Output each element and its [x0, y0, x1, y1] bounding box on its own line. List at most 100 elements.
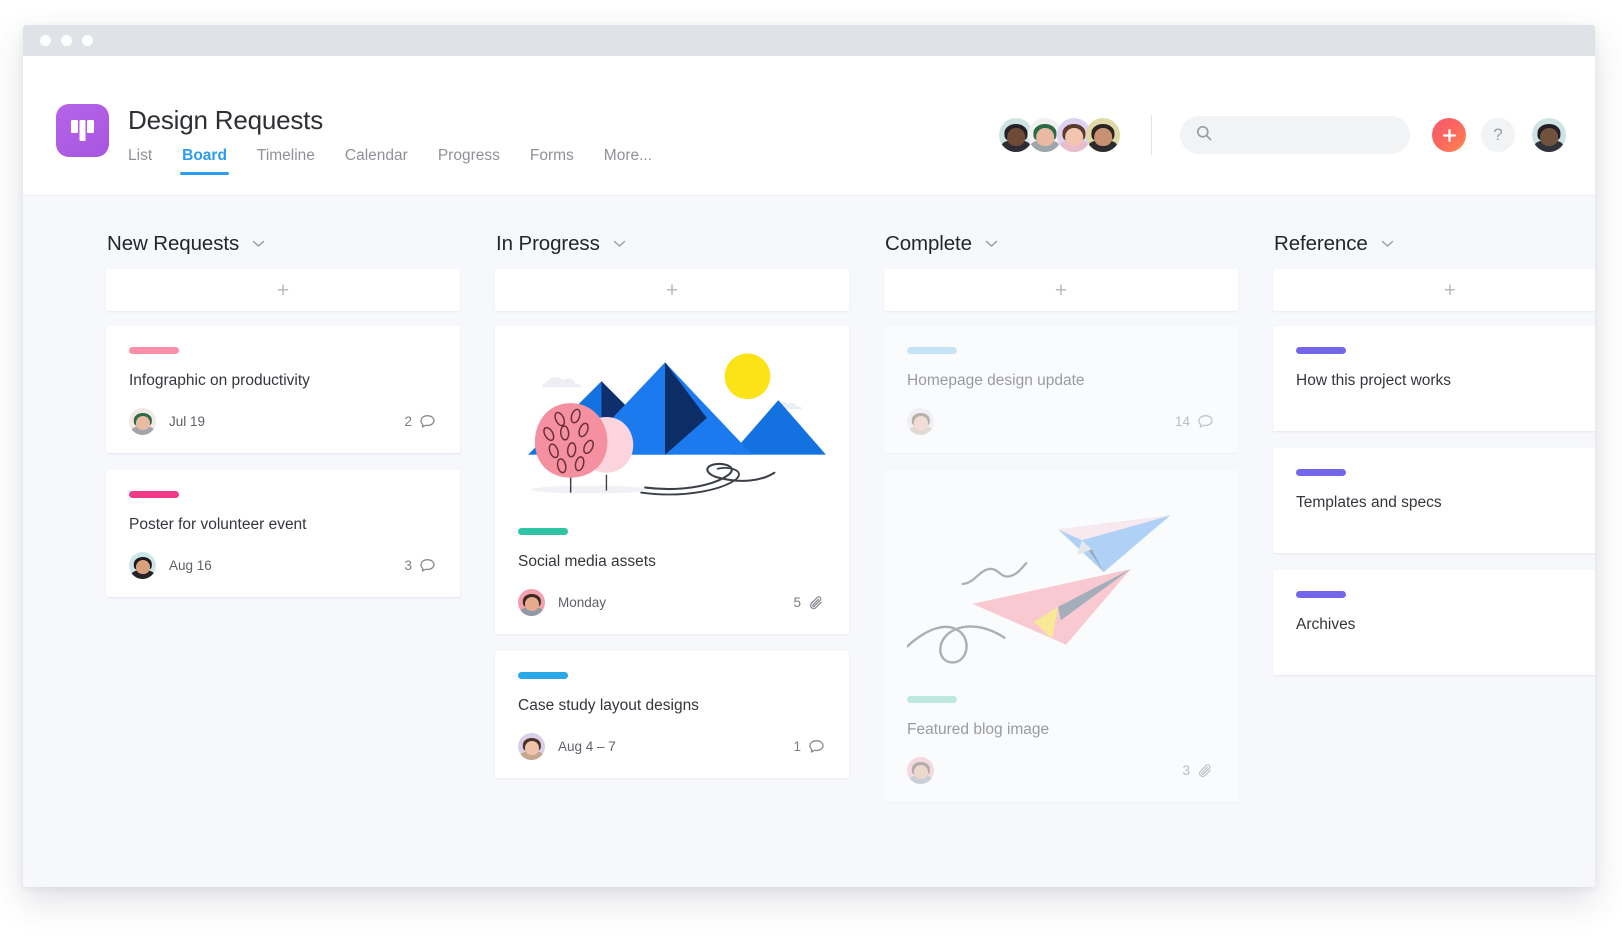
column-header[interactable]: Complete	[884, 232, 1238, 256]
card-title: Social media assets	[518, 553, 656, 570]
card-tag	[907, 696, 957, 704]
plus-icon	[1442, 128, 1456, 142]
column-title: Complete	[885, 232, 972, 255]
card-meta: Aug 16 3	[129, 552, 437, 580]
mountains-illustration	[518, 353, 826, 508]
card-comment-count: 2	[404, 413, 437, 431]
card-tag	[129, 347, 179, 354]
avatar[interactable]	[129, 408, 156, 436]
board-card[interactable]: Archives	[1273, 570, 1595, 675]
paper-planes-illustration	[907, 515, 1171, 664]
close-button[interactable]	[40, 35, 51, 46]
view-tabs: List Board Timeline Calendar Progress Fo…	[128, 147, 652, 175]
board-card[interactable]: Social media assets Monday 5	[495, 326, 849, 635]
card-date: Aug 4 – 7	[558, 739, 616, 755]
search-box[interactable]	[1180, 116, 1410, 154]
count-value: 3	[404, 558, 412, 574]
avatar[interactable]	[1086, 118, 1120, 152]
card-title: Poster for volunteer event	[129, 516, 307, 534]
avatar[interactable]	[518, 589, 545, 617]
count-value: 1	[793, 739, 801, 755]
board-column-in-progress: In Progress + Social media assets Monday…	[495, 232, 849, 887]
comment-icon	[419, 557, 437, 575]
chevron-down-icon[interactable]	[1381, 235, 1394, 253]
page-root: Design Requests List Board Timeline Cale…	[0, 0, 1622, 948]
plus-icon: +	[1443, 278, 1457, 302]
card-tag	[907, 347, 957, 354]
attachment-icon	[808, 594, 826, 612]
brand-area: Design Requests List Board Timeline Cale…	[56, 104, 652, 175]
plus-icon: +	[1054, 278, 1068, 302]
add-card-button[interactable]: +	[495, 269, 849, 311]
comment-icon	[419, 413, 437, 431]
attachment-icon	[1197, 762, 1215, 780]
tab-more[interactable]: More...	[604, 147, 652, 175]
chevron-down-icon[interactable]	[613, 235, 626, 253]
card-tag	[518, 672, 568, 680]
chevron-down-icon[interactable]	[252, 235, 265, 253]
column-header[interactable]: Reference	[1273, 232, 1595, 256]
card-comment-count: 1	[793, 738, 826, 756]
maximize-button[interactable]	[82, 35, 93, 46]
comment-icon	[808, 738, 826, 756]
search-input[interactable]	[1221, 127, 1394, 143]
card-attachment-count: 3	[1182, 762, 1215, 780]
board-card[interactable]: Case study layout designs Aug 4 – 7 1	[495, 651, 849, 779]
card-title: Case study layout designs	[518, 697, 699, 715]
question-mark-icon: ?	[1493, 125, 1503, 144]
plus-icon: +	[665, 278, 679, 302]
column-header[interactable]: New Requests	[106, 232, 460, 256]
count-value: 2	[404, 414, 412, 430]
card-tag	[1296, 591, 1346, 598]
add-task-button[interactable]	[1432, 118, 1466, 152]
card-tag	[129, 491, 179, 499]
add-card-button[interactable]: +	[884, 269, 1238, 311]
board-columns-icon[interactable]	[56, 104, 109, 157]
column-header[interactable]: In Progress	[495, 232, 849, 256]
current-user-avatar[interactable]	[1532, 118, 1566, 152]
tab-forms[interactable]: Forms	[530, 147, 574, 175]
header-divider	[1151, 115, 1152, 155]
card-title: Templates and specs	[1296, 494, 1442, 511]
help-button[interactable]: ?	[1481, 118, 1515, 152]
card-title: Featured blog image	[907, 721, 1050, 739]
window-titlebar	[23, 25, 1595, 56]
card-date: Monday	[558, 595, 607, 611]
header-actions: ?	[999, 56, 1566, 196]
card-title: Infographic on productivity	[129, 372, 310, 389]
avatar[interactable]	[129, 552, 156, 580]
avatar[interactable]	[518, 733, 545, 761]
count-value: 5	[793, 595, 801, 611]
tab-list[interactable]: List	[128, 147, 152, 175]
add-card-button[interactable]: +	[1273, 269, 1595, 311]
board-card[interactable]: Templates and specs	[1273, 448, 1595, 553]
board-card[interactable]: Poster for volunteer event Aug 16 3	[106, 470, 460, 598]
count-value: 14	[1174, 414, 1190, 430]
board-card[interactable]: How this project works	[1273, 326, 1595, 431]
add-card-button[interactable]: +	[106, 269, 460, 311]
card-comment-count: 14	[1175, 413, 1215, 431]
search-icon	[1196, 125, 1212, 146]
avatar[interactable]	[907, 757, 934, 785]
card-comment-count: 3	[404, 557, 437, 575]
tab-timeline[interactable]: Timeline	[257, 147, 315, 175]
card-meta: Jul 19 2	[129, 408, 437, 436]
minimize-button[interactable]	[61, 35, 72, 46]
member-avatar-group[interactable]	[999, 118, 1120, 152]
tab-board[interactable]: Board	[180, 147, 229, 175]
card-meta: 14	[907, 408, 1215, 436]
card-title: Archives	[1296, 616, 1356, 633]
tab-calendar[interactable]: Calendar	[345, 147, 408, 175]
board-card[interactable]: Homepage design update 14	[884, 326, 1238, 454]
avatar[interactable]	[907, 408, 934, 436]
board-column-reference: Reference + How this project works Templ…	[1273, 232, 1595, 887]
board-card[interactable]: Infographic on productivity Jul 19 2	[106, 326, 460, 454]
tab-progress[interactable]: Progress	[438, 147, 500, 175]
board-card[interactable]: Featured blog image 3	[884, 470, 1238, 803]
board-column-new-requests: New Requests + Infographic on productivi…	[106, 232, 460, 887]
chevron-down-icon[interactable]	[985, 235, 998, 253]
card-date: Aug 16	[169, 558, 212, 574]
card-attachment-count: 5	[793, 594, 826, 612]
card-meta: Aug 4 – 7 1	[518, 733, 826, 761]
column-title: New Requests	[107, 232, 240, 255]
